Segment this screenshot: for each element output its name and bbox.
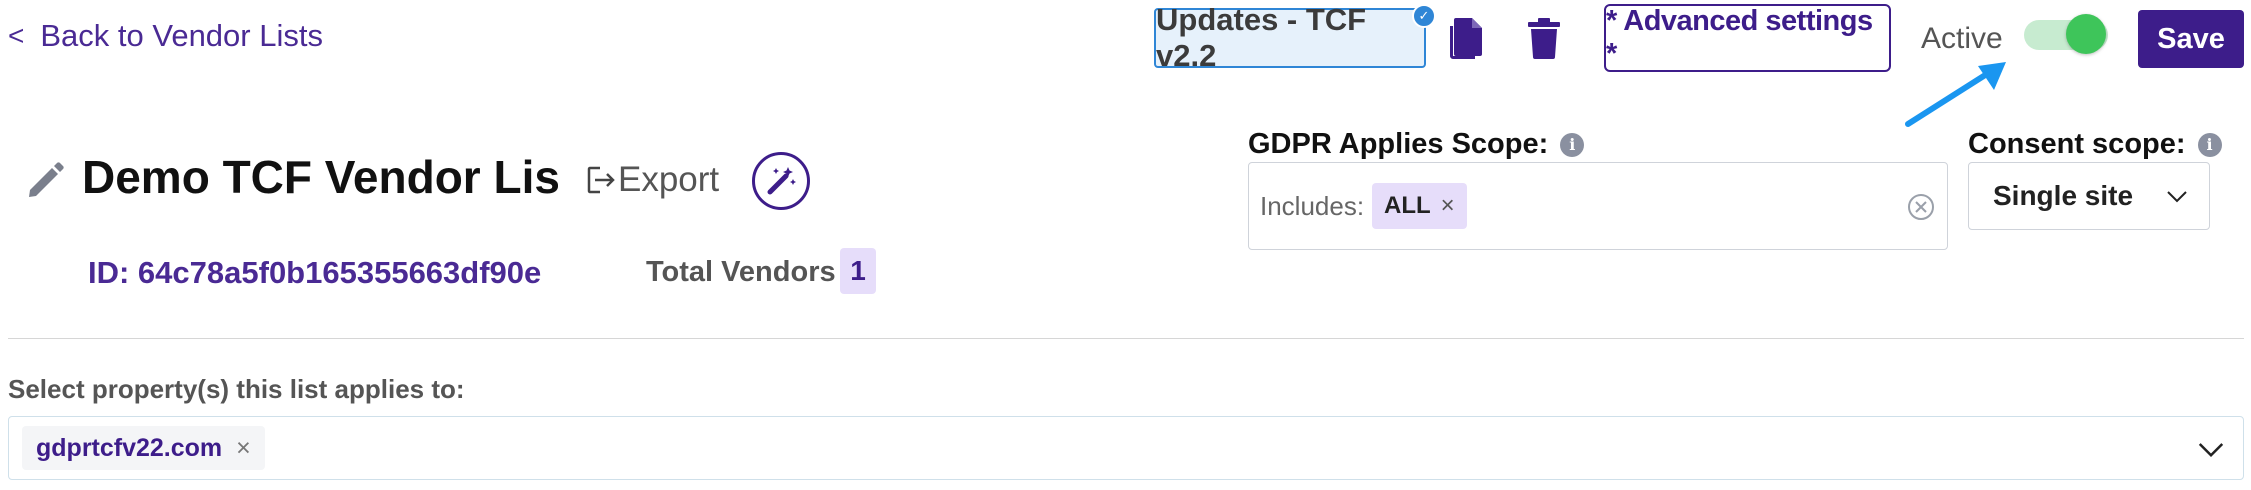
advanced-settings-label: * Advanced settings * (1606, 5, 1873, 70)
property-tag: gdprtcfv22.com × (22, 426, 265, 470)
consent-scope-select[interactable]: Single site (1968, 162, 2210, 230)
remove-tag-icon[interactable]: × (236, 434, 251, 463)
property-select-field[interactable] (8, 416, 2244, 480)
export-icon (587, 166, 615, 194)
pencil-icon[interactable] (26, 160, 66, 200)
consent-scope-label-text: Consent scope: (1968, 128, 2186, 160)
clear-circle-icon[interactable] (1906, 192, 1936, 222)
export-button[interactable]: Export (586, 160, 719, 200)
trash-icon[interactable] (1526, 16, 1562, 60)
magic-wand-icon (767, 167, 796, 195)
info-icon[interactable]: i (1560, 132, 1585, 157)
property-select-label: Select property(s) this list applies to: (8, 374, 465, 404)
updates-label: Updates - TCF v2.2 (1156, 2, 1367, 73)
advanced-settings-button[interactable]: * Advanced settings * (1604, 4, 1891, 72)
page-title: Demo TCF Vendor List (82, 151, 558, 203)
section-divider (8, 338, 2244, 339)
total-vendors-count: 1 (840, 248, 876, 294)
back-link-label: Back to Vendor Lists (40, 18, 323, 53)
gdpr-scope-tag-label: ALL (1384, 192, 1431, 219)
chevron-down-icon (2167, 191, 2187, 203)
vendor-list-id: ID: 64c78a5f0b165355663df90e (88, 255, 542, 290)
consent-scope-label: Consent scope: i (1968, 128, 2222, 161)
chevron-down-icon[interactable] (2196, 434, 2226, 464)
save-button[interactable]: Save (2138, 10, 2244, 68)
gdpr-scope-label: GDPR Applies Scope: i (1248, 128, 1585, 161)
info-icon[interactable]: i (2197, 132, 2222, 157)
updates-tcf-button[interactable]: Updates - TCF v2.2 (1154, 2, 1426, 73)
magic-wand-button[interactable] (752, 152, 810, 210)
copy-icon[interactable] (1448, 16, 1484, 60)
total-vendors-label: Total Vendors (646, 256, 836, 288)
gdpr-scope-tag: ALL × (1372, 183, 1467, 229)
gdpr-scope-label-text: GDPR Applies Scope: (1248, 128, 1549, 160)
consent-scope-value: Single site (1993, 180, 2134, 211)
export-label: Export (618, 160, 720, 199)
active-toggle-knob[interactable] (2066, 14, 2106, 54)
gdpr-includes-label: Includes: (1260, 191, 1365, 221)
save-label: Save (2157, 22, 2225, 55)
remove-tag-icon[interactable]: × (1441, 192, 1455, 220)
annotation-arrow-icon (1905, 62, 2006, 127)
back-to-vendor-lists-link[interactable]: < Back to Vendor Lists (8, 18, 323, 54)
check-badge-icon: ✓ (1412, 4, 1436, 28)
property-tag-label: gdprtcfv22.com (36, 433, 223, 462)
chevron-left-icon: < (8, 20, 25, 51)
active-label: Active (1921, 22, 2003, 55)
